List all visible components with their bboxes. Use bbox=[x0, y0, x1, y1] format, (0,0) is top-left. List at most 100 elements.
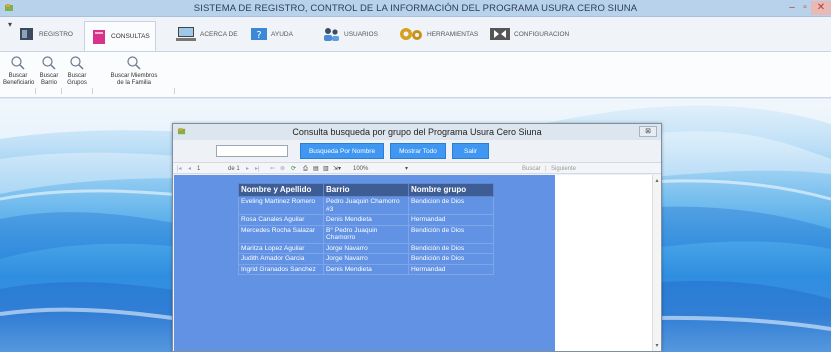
menu-label: REGISTRO bbox=[39, 30, 73, 38]
refresh-icon[interactable]: ⟳ bbox=[291, 164, 296, 174]
table-header-row: Nombre y Apellido Barrio Nombre grupo bbox=[238, 183, 494, 197]
menu-consultas[interactable]: CONSULTAS bbox=[84, 21, 156, 51]
dialog-title: Consulta busqueda por grupo del Programa… bbox=[292, 127, 542, 137]
page-setup-icon[interactable]: ▥ bbox=[323, 164, 329, 174]
table-cell: Judith Amador Garcia bbox=[238, 253, 324, 265]
buscar-beneficiario-button[interactable]: Buscar Beneficiario bbox=[3, 55, 35, 87]
table-cell: Hermandad bbox=[408, 263, 494, 275]
dialog-close-button[interactable]: ⊠ bbox=[639, 126, 657, 137]
ribbon-label: Barrio bbox=[40, 80, 57, 86]
buscar-barrio-button[interactable]: Buscar Barrio bbox=[37, 55, 61, 87]
ribbon-label: Grupos bbox=[67, 80, 87, 86]
svg-text:?: ? bbox=[256, 30, 261, 41]
table-cell: Denis Mendieta bbox=[323, 214, 409, 226]
zoom-select[interactable]: 100% bbox=[353, 164, 368, 174]
ribbon-separator bbox=[61, 88, 62, 94]
ribbon-panel: Buscar Beneficiario Buscar Barrio Buscar… bbox=[0, 51, 831, 98]
page-count: de 1 bbox=[228, 166, 240, 172]
table-row: Maritza Lopez Aguilar Jorge Navarro Bend… bbox=[238, 242, 494, 254]
dialog-title-bar: Consulta busqueda por grupo del Programa… bbox=[173, 124, 661, 140]
table-cell: Bendición de Dios bbox=[408, 253, 494, 265]
vertical-scrollbar[interactable]: ▴ ▾ bbox=[652, 175, 661, 351]
menu-acerca-de[interactable]: ACERCA DE bbox=[170, 21, 243, 47]
maximize-button[interactable]: ▫ bbox=[799, 1, 811, 15]
back-icon[interactable]: ⇐ bbox=[270, 164, 275, 174]
menu-registro[interactable]: REGISTRO bbox=[13, 21, 78, 47]
close-button[interactable]: ✕ bbox=[811, 1, 831, 15]
search-input[interactable] bbox=[216, 145, 288, 157]
stop-icon[interactable]: ⊗ bbox=[280, 164, 285, 174]
title-bar: SISTEMA DE REGISTRO, CONTROL DE LA INFOR… bbox=[0, 0, 831, 17]
print-icon[interactable]: ⎙ bbox=[303, 164, 308, 174]
table-cell: B° Pedro Juaquin Chamorro bbox=[323, 224, 409, 244]
table-row: Rosa Canales Aguilar Denis Mendieta Herm… bbox=[238, 214, 494, 226]
window-title: SISTEMA DE REGISTRO, CONTROL DE LA INFOR… bbox=[193, 3, 638, 14]
find-next-link[interactable]: Siguiente bbox=[551, 164, 576, 174]
table-cell: Eveling Martinez Romero bbox=[238, 196, 324, 215]
table-row: Ingrid Granados Sanchez Denis Mendieta H… bbox=[238, 263, 494, 275]
menu-usuarios[interactable]: USUARIOS bbox=[316, 21, 383, 47]
minimize-button[interactable]: – bbox=[785, 1, 799, 15]
usuarios-icon bbox=[324, 28, 339, 41]
report-blank-area bbox=[555, 175, 652, 351]
acerca-de-icon bbox=[176, 27, 196, 41]
table-cell: Bendición de Dios bbox=[408, 242, 494, 254]
column-header: Nombre y Apellido bbox=[238, 183, 324, 197]
buscar-miembros-familia-button[interactable]: Buscar Miembros de la Familia bbox=[94, 55, 174, 87]
table-cell: Denis Mendieta bbox=[323, 263, 409, 275]
menu-herramientas[interactable]: HERRAMIENTAS bbox=[393, 21, 483, 47]
next-page-icon[interactable]: ▸ bbox=[246, 164, 249, 174]
table-cell: Hermandad bbox=[408, 214, 494, 226]
ribbon-label: Buscar bbox=[8, 73, 28, 79]
menu-label: ACERCA DE bbox=[200, 30, 238, 38]
results-table: Nombre y Apellido Barrio Nombre grupo Ev… bbox=[238, 183, 494, 275]
busqueda-por-nombre-button[interactable]: Busqueda Por Nombre bbox=[300, 143, 384, 159]
table-cell: Rosa Canales Aguilar bbox=[238, 214, 324, 226]
first-page-icon[interactable]: |◂ bbox=[177, 164, 182, 174]
ribbon-separator bbox=[92, 88, 93, 94]
table-cell: Maritza Lopez Aguilar bbox=[238, 242, 324, 254]
current-page-input[interactable]: 1 bbox=[197, 164, 200, 174]
previous-page-icon[interactable]: ◂ bbox=[188, 164, 191, 174]
ribbon-label: Buscar Miembros bbox=[110, 73, 158, 79]
ribbon-label: Buscar bbox=[67, 73, 87, 79]
menu-label: CONFIGURACION bbox=[514, 30, 570, 38]
quick-access-dropdown-icon[interactable]: ▾ bbox=[8, 20, 12, 29]
buscar-grupos-button[interactable]: Buscar Grupos bbox=[63, 55, 91, 87]
magnifier-icon bbox=[11, 56, 25, 70]
consultas-icon bbox=[93, 29, 105, 44]
ribbon-label: Buscar bbox=[39, 73, 59, 79]
report-viewer-toolbar: |◂ ◂ 1 de 1 ▸ ▸| ⇐ ⊗ ⟳ ⎙ ▤ ▥ ⇲▾ 100% ▾ B… bbox=[173, 162, 661, 174]
ribbon-separator bbox=[35, 88, 36, 94]
ayuda-icon: ? bbox=[251, 28, 267, 41]
ribbon-label: de la Familia bbox=[116, 80, 151, 86]
menu-label: USUARIOS bbox=[344, 30, 378, 38]
menu-configuracion[interactable]: CONFIGURACION bbox=[484, 21, 574, 47]
ribbon-separator bbox=[174, 88, 175, 94]
mostrar-todo-button[interactable]: Mostrar Todo bbox=[390, 143, 446, 159]
magnifier-icon bbox=[127, 56, 141, 70]
salir-button[interactable]: Salir bbox=[452, 143, 489, 159]
toolbar-divider: | bbox=[545, 166, 547, 172]
table-cell: Jorge Navarro bbox=[323, 253, 409, 265]
find-link[interactable]: Buscar bbox=[522, 164, 541, 174]
table-cell: Ingrid Granados Sanchez bbox=[238, 263, 324, 275]
table-cell: Mercedes Rocha Salazar bbox=[238, 224, 324, 244]
menu-label: HERRAMIENTAS bbox=[427, 30, 479, 38]
table-cell: Bendicion de Dios bbox=[408, 196, 494, 215]
table-cell: Pedro Juaquin Chamorro #3 bbox=[323, 196, 409, 215]
magnifier-icon bbox=[70, 56, 84, 70]
scroll-down-icon[interactable]: ▾ bbox=[653, 342, 661, 349]
ribbon-label: Beneficiario bbox=[3, 80, 35, 86]
table-row: Mercedes Rocha Salazar B° Pedro Juaquin … bbox=[238, 224, 494, 244]
menu-label: CONSULTAS bbox=[111, 33, 150, 40]
configuracion-icon bbox=[490, 28, 510, 40]
zoom-dropdown-icon[interactable]: ▾ bbox=[405, 164, 408, 174]
dialog-toolbar: Busqueda Por Nombre Mostrar Todo Salir bbox=[173, 140, 661, 162]
last-page-icon[interactable]: ▸| bbox=[255, 164, 260, 174]
export-icon[interactable]: ⇲▾ bbox=[333, 164, 341, 174]
scroll-up-icon[interactable]: ▴ bbox=[653, 177, 661, 184]
print-layout-icon[interactable]: ▤ bbox=[313, 164, 319, 174]
menu-ayuda[interactable]: ? AYUDA bbox=[245, 21, 298, 47]
table-cell: Jorge Navarro bbox=[323, 242, 409, 254]
